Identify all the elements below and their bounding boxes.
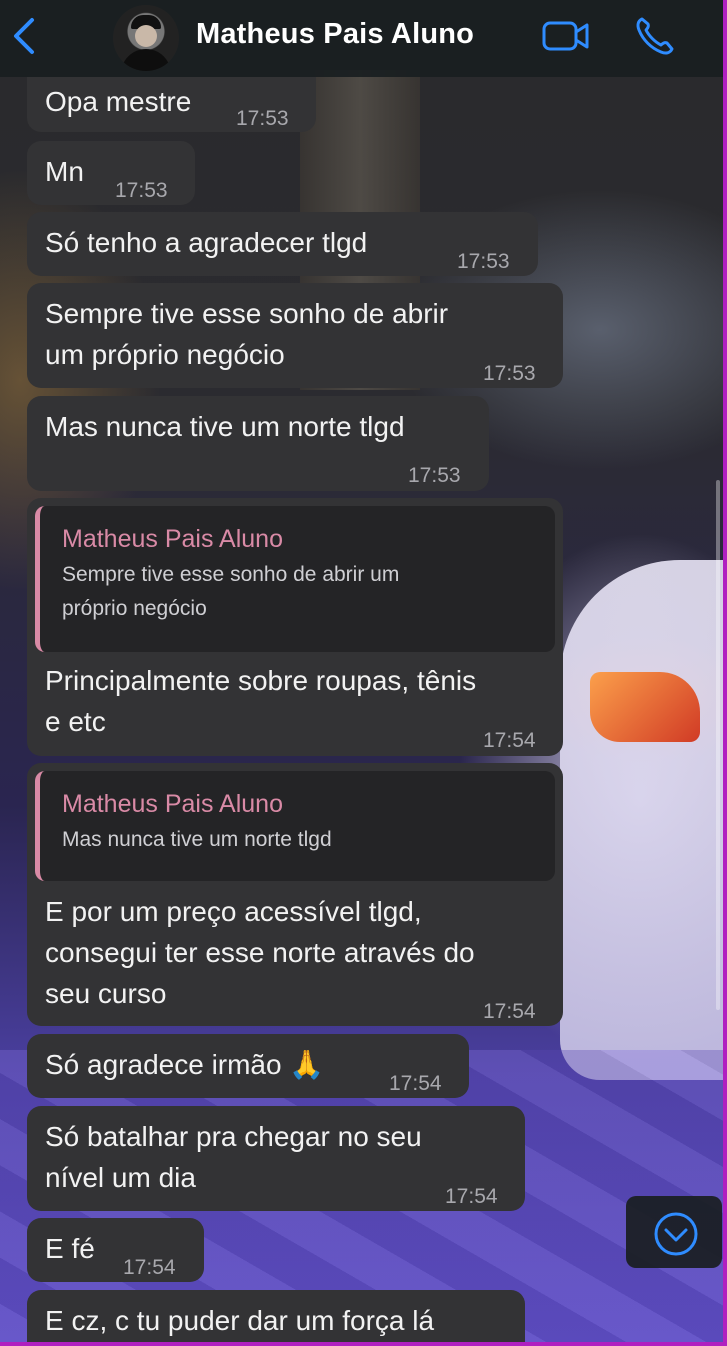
phone-call-icon (636, 17, 674, 55)
scrollbar[interactable] (716, 480, 720, 1010)
voice-call-button[interactable] (634, 16, 676, 56)
message-time: 17:53 (236, 107, 289, 130)
message-text-line: nível um dia (45, 1162, 196, 1193)
reply-message-bubble[interactable]: Matheus Pais Aluno Sempre tive esse sonh… (27, 498, 563, 756)
wallpaper-taillight (590, 672, 700, 742)
video-call-icon (542, 21, 589, 51)
message-text-line: um próprio negócio (45, 339, 285, 370)
quoted-message[interactable]: Matheus Pais Aluno Mas nunca tive um nor… (35, 771, 555, 881)
contact-name[interactable]: Matheus Pais Aluno (196, 18, 474, 51)
message-text-line: seu curso (45, 978, 167, 1009)
message-time: 17:54 (483, 1000, 536, 1023)
message-bubble[interactable]: Sempre tive esse sonho de abrir um própr… (27, 283, 563, 388)
chat-header: Matheus Pais Aluno (0, 0, 723, 77)
message-bubble[interactable]: E fé 17:54 (27, 1218, 204, 1282)
avatar-body (121, 49, 171, 71)
wallpaper-car (560, 560, 723, 1080)
message-time: 17:54 (445, 1185, 498, 1208)
quoted-sender-name: Matheus Pais Aluno (62, 525, 283, 553)
message-text: E fé (45, 1233, 95, 1264)
avatar-face (135, 25, 157, 47)
quoted-text-line: Sempre tive esse sonho de abrir um (62, 563, 400, 586)
message-bubble[interactable]: Só agradece irmão 🙏 17:54 (27, 1034, 469, 1098)
message-text: Mn (45, 156, 84, 187)
message-text: Só agradece irmão 🙏 (45, 1049, 325, 1080)
message-text-line: consegui ter esse norte através do (45, 937, 475, 968)
message-bubble[interactable]: Mn 17:53 (27, 141, 195, 205)
message-text-line: e etc (45, 706, 106, 737)
message-bubble[interactable]: Só tenho a agradecer tlgd 17:53 (27, 212, 538, 276)
quoted-message[interactable]: Matheus Pais Aluno Sempre tive esse sonh… (35, 506, 555, 652)
message-text: Só tenho a agradecer tlgd (45, 227, 368, 258)
message-text-line: Só batalhar pra chegar no seu (45, 1121, 422, 1152)
contact-avatar[interactable] (113, 5, 179, 71)
message-bubble[interactable]: E cz, c tu puder dar um força lá (27, 1290, 525, 1342)
message-text: Mas nunca tive um norte tlgd (45, 411, 405, 442)
chevron-down-circle-icon (654, 1212, 698, 1256)
message-time: 17:53 (483, 362, 536, 385)
quoted-sender-name: Matheus Pais Aluno (62, 790, 283, 818)
scroll-to-bottom-button[interactable] (626, 1196, 722, 1268)
message-time: 17:53 (115, 179, 168, 202)
chat-screen: Opa mestre 17:53 Mn 17:53 Só tenho a agr… (0, 0, 727, 1346)
message-bubble[interactable]: Mas nunca tive um norte tlgd 17:53 (27, 396, 489, 491)
message-time: 17:53 (408, 464, 461, 487)
message-text: E cz, c tu puder dar um força lá (45, 1305, 435, 1336)
message-text: Opa mestre (45, 86, 192, 117)
message-text-line: E por um preço acessível tlgd, (45, 896, 422, 927)
message-time: 17:54 (483, 729, 536, 752)
message-text-line: Principalmente sobre roupas, tênis (45, 665, 477, 696)
reply-message-bubble[interactable]: Matheus Pais Aluno Mas nunca tive um nor… (27, 763, 563, 1026)
back-chevron-icon (14, 18, 34, 54)
message-time: 17:54 (123, 1256, 176, 1279)
message-bubble[interactable]: Opa mestre 17:53 (27, 77, 316, 132)
back-button[interactable] (10, 16, 40, 56)
quoted-text-line: próprio negócio (62, 597, 207, 620)
message-bubble[interactable]: Só batalhar pra chegar no seu nível um d… (27, 1106, 525, 1211)
message-time: 17:53 (457, 250, 510, 273)
message-time: 17:54 (389, 1072, 442, 1095)
message-text-line: Sempre tive esse sonho de abrir (45, 298, 449, 329)
video-call-button[interactable] (542, 20, 590, 52)
quoted-text-line: Mas nunca tive um norte tlgd (62, 828, 332, 851)
